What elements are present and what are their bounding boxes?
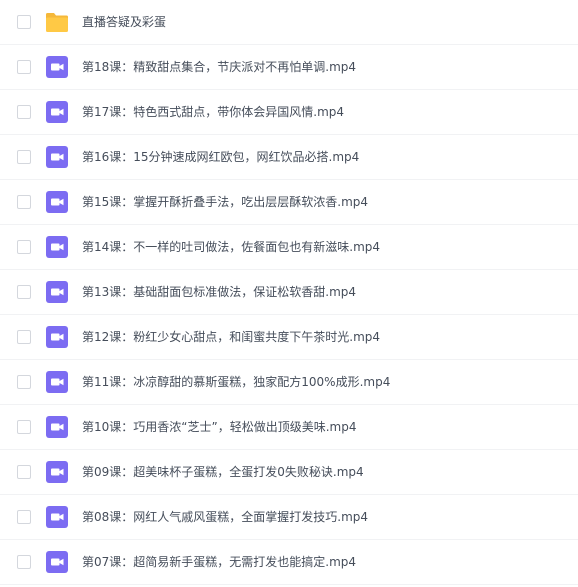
- list-item[interactable]: 第17课：特色西式甜点，带你体会异国风情.mp4: [0, 90, 578, 135]
- folder-icon: [45, 10, 69, 34]
- list-item[interactable]: 第08课：网红人气戚风蛋糕，全面掌握打发技巧.mp4: [0, 495, 578, 540]
- file-name[interactable]: 直播答疑及彩蛋: [82, 0, 166, 44]
- file-name[interactable]: 第15课：掌握开酥折叠手法，吃出层层酥软浓香.mp4: [82, 180, 368, 224]
- file-name[interactable]: 第13课：基础甜面包标准做法，保证松软香甜.mp4: [82, 270, 356, 314]
- row-checkbox[interactable]: [17, 510, 31, 524]
- row-checkbox[interactable]: [17, 375, 31, 389]
- list-item[interactable]: 第14课：不一样的吐司做法，佐餐面包也有新滋味.mp4: [0, 225, 578, 270]
- list-item-folder[interactable]: 直播答疑及彩蛋: [0, 0, 578, 45]
- file-list: 直播答疑及彩蛋 第18课：精致甜点集合，节庆派对不再怕单调.mp4 第17课：特…: [0, 0, 578, 587]
- video-file-icon: [45, 190, 69, 214]
- row-checkbox[interactable]: [17, 420, 31, 434]
- file-name[interactable]: 第18课：精致甜点集合，节庆派对不再怕单调.mp4: [82, 45, 356, 89]
- row-checkbox[interactable]: [17, 105, 31, 119]
- row-checkbox[interactable]: [17, 150, 31, 164]
- row-checkbox[interactable]: [17, 465, 31, 479]
- video-file-icon: [45, 460, 69, 484]
- file-name[interactable]: 第14课：不一样的吐司做法，佐餐面包也有新滋味.mp4: [82, 225, 380, 269]
- list-item[interactable]: 第18课：精致甜点集合，节庆派对不再怕单调.mp4: [0, 45, 578, 90]
- row-checkbox[interactable]: [17, 555, 31, 569]
- file-name[interactable]: 第11课：冰凉醇甜的慕斯蛋糕，独家配方100%成形.mp4: [82, 360, 390, 404]
- video-file-icon: [45, 415, 69, 439]
- video-file-icon: [45, 235, 69, 259]
- video-file-icon: [45, 550, 69, 574]
- file-name[interactable]: 第08课：网红人气戚风蛋糕，全面掌握打发技巧.mp4: [82, 495, 368, 539]
- list-item[interactable]: 第11课：冰凉醇甜的慕斯蛋糕，独家配方100%成形.mp4: [0, 360, 578, 405]
- list-item[interactable]: 第15课：掌握开酥折叠手法，吃出层层酥软浓香.mp4: [0, 180, 578, 225]
- file-name[interactable]: 第09课：超美味杯子蛋糕，全蛋打发0失败秘诀.mp4: [82, 450, 364, 494]
- file-name[interactable]: 第16课：15分钟速成网红欧包，网红饮品必搭.mp4: [82, 135, 359, 179]
- list-item[interactable]: 第09课：超美味杯子蛋糕，全蛋打发0失败秘诀.mp4: [0, 450, 578, 495]
- row-checkbox[interactable]: [17, 285, 31, 299]
- file-name[interactable]: 第07课：超简易新手蛋糕，无需打发也能搞定.mp4: [82, 540, 356, 584]
- video-file-icon: [45, 55, 69, 79]
- row-checkbox[interactable]: [17, 60, 31, 74]
- video-file-icon: [45, 280, 69, 304]
- list-item[interactable]: 第10课：巧用香浓“芝士”，轻松做出顶级美味.mp4: [0, 405, 578, 450]
- row-checkbox[interactable]: [17, 240, 31, 254]
- file-name[interactable]: 第12课：粉红少女心甜点，和闺蜜共度下午茶时光.mp4: [82, 315, 380, 359]
- row-checkbox[interactable]: [17, 195, 31, 209]
- video-file-icon: [45, 325, 69, 349]
- list-item[interactable]: 第13课：基础甜面包标准做法，保证松软香甜.mp4: [0, 270, 578, 315]
- list-item[interactable]: 第16课：15分钟速成网红欧包，网红饮品必搭.mp4: [0, 135, 578, 180]
- video-file-icon: [45, 505, 69, 529]
- row-checkbox[interactable]: [17, 330, 31, 344]
- video-file-icon: [45, 145, 69, 169]
- list-item[interactable]: 第07课：超简易新手蛋糕，无需打发也能搞定.mp4: [0, 540, 578, 585]
- video-file-icon: [45, 370, 69, 394]
- list-item[interactable]: 第12课：粉红少女心甜点，和闺蜜共度下午茶时光.mp4: [0, 315, 578, 360]
- video-file-icon: [45, 100, 69, 124]
- file-name[interactable]: 第10课：巧用香浓“芝士”，轻松做出顶级美味.mp4: [82, 405, 356, 449]
- file-name[interactable]: 第17课：特色西式甜点，带你体会异国风情.mp4: [82, 90, 344, 134]
- row-checkbox[interactable]: [17, 15, 31, 29]
